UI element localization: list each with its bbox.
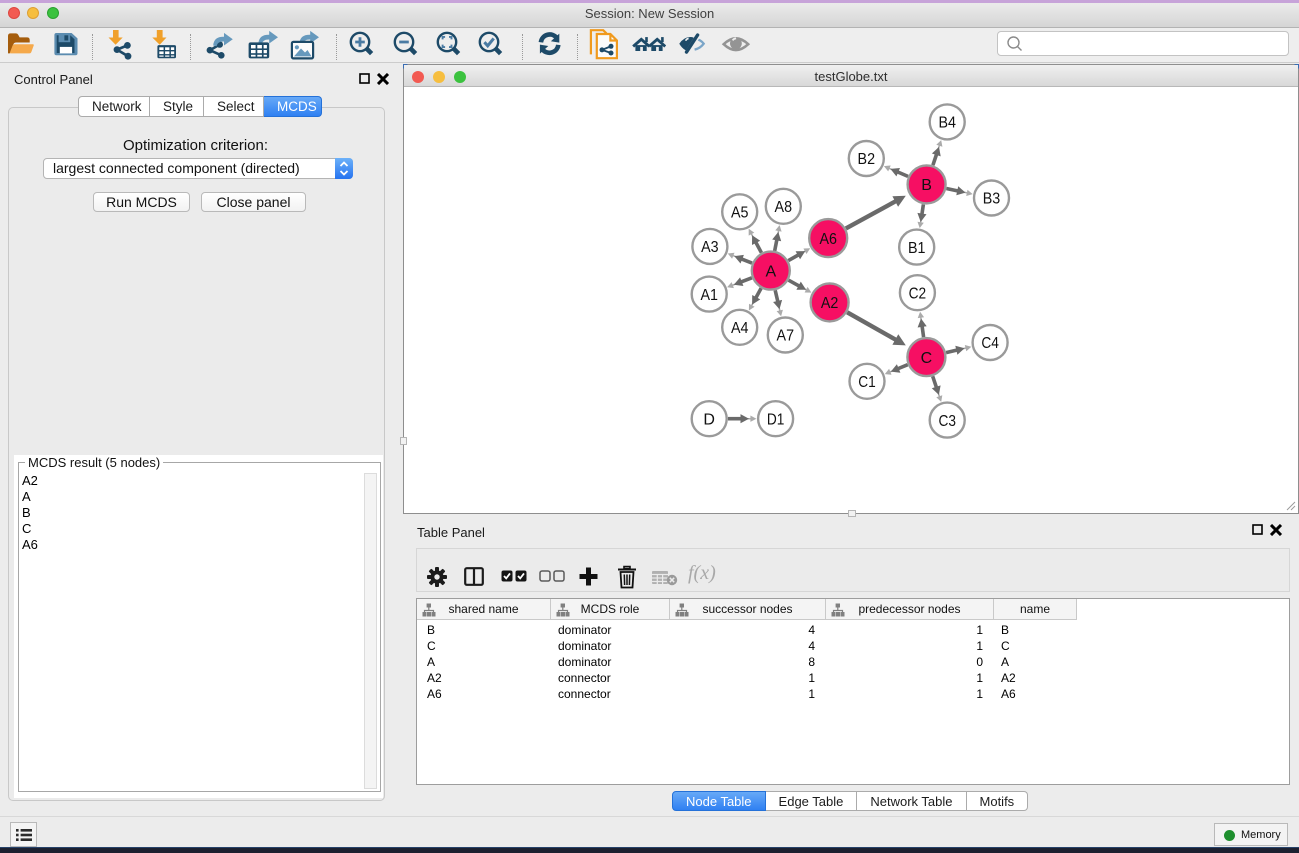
svg-text:A2: A2 (821, 295, 839, 312)
svg-text:D: D (703, 411, 715, 428)
svg-text:B1: B1 (908, 240, 926, 257)
svg-text:A8: A8 (775, 199, 793, 216)
svg-text:B4: B4 (938, 115, 956, 132)
svg-text:A3: A3 (701, 239, 719, 256)
svg-text:A7: A7 (777, 328, 795, 345)
svg-text:C3: C3 (938, 413, 956, 430)
svg-text:A4: A4 (731, 320, 749, 337)
svg-text:B: B (921, 177, 932, 194)
svg-text:C4: C4 (981, 335, 999, 352)
svg-text:C2: C2 (909, 285, 927, 302)
svg-text:A1: A1 (700, 287, 718, 304)
svg-text:B3: B3 (983, 191, 1001, 208)
svg-text:B2: B2 (858, 151, 876, 168)
svg-text:D1: D1 (767, 411, 785, 428)
svg-text:A6: A6 (819, 231, 837, 248)
svg-text:C1: C1 (858, 374, 876, 391)
svg-text:A: A (765, 263, 776, 280)
svg-text:A5: A5 (731, 205, 749, 222)
svg-text:C: C (921, 350, 933, 367)
